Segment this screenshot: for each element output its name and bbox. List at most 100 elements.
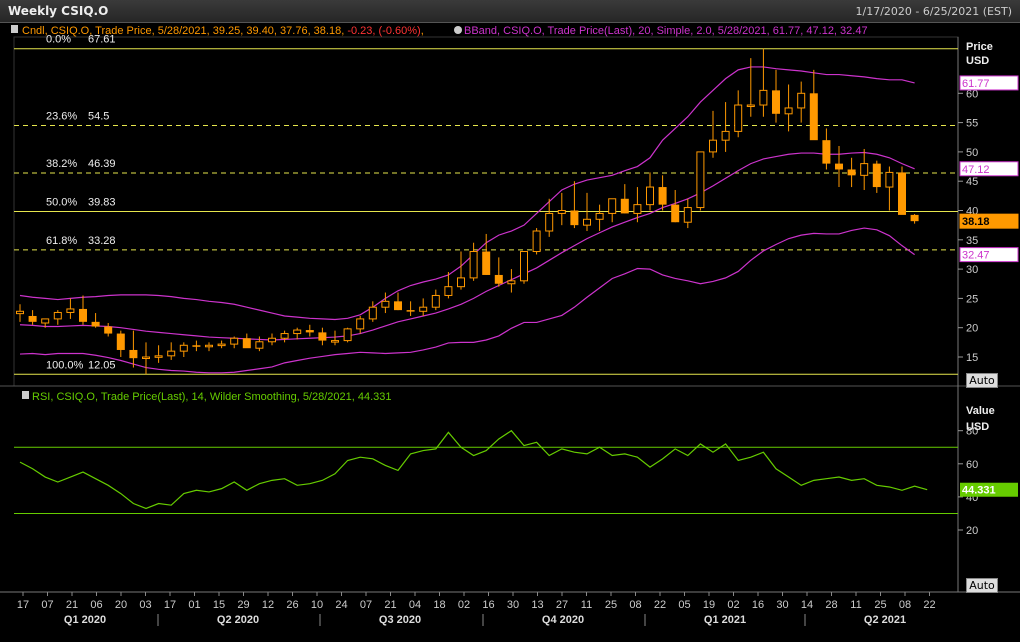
candle-body-up	[507, 280, 516, 285]
x-tick-label: 11	[850, 599, 861, 611]
bband-upper-line	[19, 66, 915, 321]
candle-body-up	[746, 104, 755, 108]
candle-body-down	[305, 330, 314, 333]
candle-body-up	[16, 310, 24, 315]
candle-body-up	[721, 130, 730, 141]
fib-value-label: 33.28	[88, 235, 116, 247]
cndl-legend: Cndl, CSIQ.O, Trade Price, 5/28/2021, 39…	[22, 25, 424, 37]
candle	[368, 301, 377, 322]
quarter-label: Q2 2021	[864, 614, 906, 626]
quarter-label: Q3 2020	[379, 614, 421, 626]
candle-body-up	[595, 212, 604, 220]
quarter-label: Q1 2020	[64, 614, 106, 626]
rsi-toggle-icon[interactable]	[22, 391, 29, 399]
candle	[91, 313, 100, 328]
chart-canvas: 0.0% 67.6123.6% 54.538.2% 46.3950.0% 39.8361…	[0, 25, 1020, 626]
candle-body-up	[696, 151, 705, 209]
candle	[230, 336, 239, 349]
candle-body-up	[469, 251, 478, 279]
candle-body-down	[570, 210, 579, 226]
x-tick-label: 30	[776, 599, 788, 611]
candle	[142, 342, 150, 375]
candle	[104, 323, 113, 337]
candle	[16, 304, 24, 322]
fib-value-label: 39.83	[88, 196, 116, 208]
rsi-layer	[14, 429, 958, 514]
x-tick-label: 08	[899, 599, 911, 611]
candle	[179, 342, 188, 357]
candle-body-up	[280, 333, 289, 339]
x-tick-label: 08	[629, 599, 641, 611]
candle-body-up	[759, 89, 768, 106]
candle-body-up	[154, 355, 163, 358]
price-auto-button[interactable]: Auto	[966, 373, 998, 388]
candle	[683, 198, 692, 229]
date-range: 1/17/2020 - 6/25/2021 (EST)	[855, 5, 1013, 18]
fib-value-label: 12.05	[88, 359, 116, 371]
bband-legend: BBand, CSIQ.O, Trade Price(Last), 20, Si…	[464, 25, 868, 37]
x-tick-label: 05	[678, 599, 690, 611]
candle	[910, 214, 919, 224]
candle	[595, 204, 604, 232]
bollinger-layer	[19, 66, 915, 374]
window-titlebar: Weekly CSIQ.O 1/17/2020 - 6/25/2021 (EST…	[0, 0, 1020, 23]
candle	[255, 336, 264, 352]
rsi-axis-title: Value	[966, 405, 995, 417]
x-tick-label: 24	[335, 599, 347, 611]
candle-body-up	[142, 356, 150, 359]
price-badge-label: 47.12	[962, 164, 990, 176]
candle	[520, 251, 528, 284]
x-tick-label: 02	[458, 599, 470, 611]
candle-body-down	[406, 310, 415, 312]
candle	[734, 90, 743, 138]
candle-body-up	[217, 343, 226, 347]
fib-pct-label: 61.8%	[46, 235, 77, 247]
quarter-label: Q1 2021	[704, 614, 746, 626]
x-tick-label: 28	[825, 599, 837, 611]
quarter-label: Q2 2020	[217, 614, 259, 626]
candle-body-up	[532, 230, 541, 253]
candle-body-up	[53, 311, 62, 320]
candle-body-down	[671, 204, 680, 223]
x-tick-label: 17	[17, 599, 29, 611]
x-tick-label: 29	[237, 599, 249, 611]
price-badge-label: 32.47	[962, 250, 990, 262]
candle	[772, 69, 780, 123]
candle-body-down	[872, 163, 881, 188]
candle-body-down	[79, 308, 87, 322]
candle-body-down	[104, 326, 113, 334]
candle-body-up	[167, 350, 176, 357]
candle-body-up	[457, 277, 465, 288]
candle	[318, 327, 327, 346]
bband-toggle-icon[interactable]	[454, 26, 462, 34]
candle	[835, 146, 843, 188]
price-tick-label: 45	[966, 176, 978, 188]
cndl-change: -0.23, (-0.60%)	[347, 25, 420, 37]
candle-body-up	[66, 308, 75, 313]
bband-middle-line	[19, 151, 915, 341]
candle-body-up	[646, 186, 654, 206]
candle-body-up	[381, 300, 390, 308]
candle	[268, 333, 276, 346]
candle-body-up	[885, 171, 894, 188]
price-tick-label: 55	[966, 118, 978, 130]
candle-body-up	[860, 163, 869, 176]
legend-toggle-icon[interactable]	[11, 25, 18, 33]
x-tick-label: 16	[482, 599, 494, 611]
candle	[809, 69, 818, 141]
x-tick-label: 01	[188, 599, 200, 611]
candle-body-up	[419, 306, 428, 312]
x-tick-label: 27	[556, 599, 568, 611]
rsi-axis-unit: USD	[966, 421, 989, 433]
candle	[205, 342, 213, 352]
candle-body-down	[772, 90, 780, 114]
candle	[532, 228, 541, 255]
candle-body-up	[784, 107, 793, 115]
candle	[381, 292, 390, 314]
price-tick-label: 25	[966, 293, 978, 305]
candle	[646, 172, 654, 211]
candle	[406, 301, 415, 316]
rsi-auto-button[interactable]: Auto	[966, 578, 998, 593]
x-tick-label: 21	[66, 599, 78, 611]
x-tick-label: 21	[384, 599, 396, 611]
